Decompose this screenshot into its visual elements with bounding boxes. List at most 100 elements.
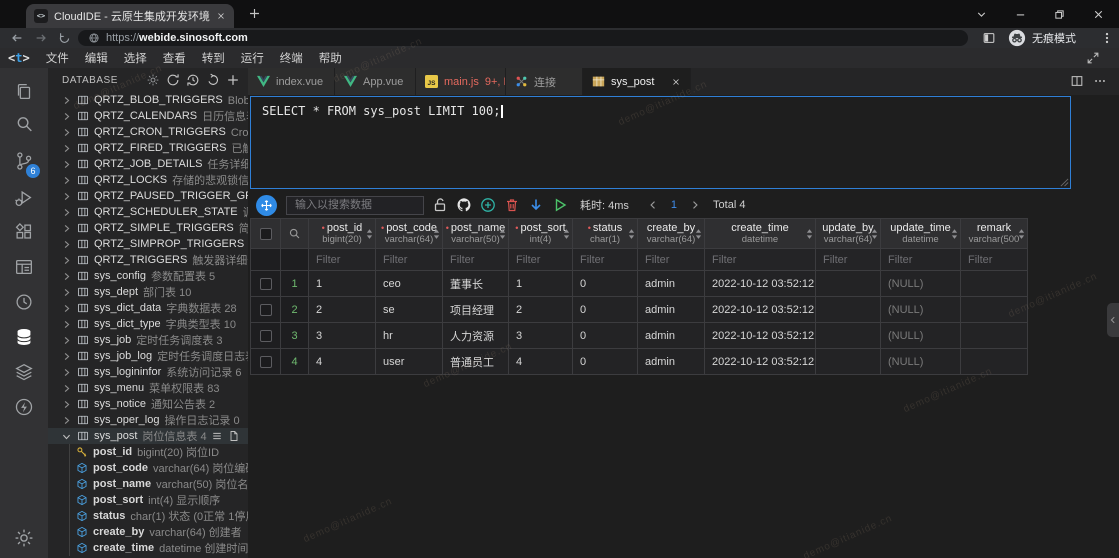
- tree-column-status[interactable]: statuschar(1) 状态 (0正常 1停用): [70, 508, 248, 524]
- cell-status[interactable]: 0: [573, 297, 638, 323]
- page-number[interactable]: 1: [671, 199, 677, 211]
- editor-tab-index.vue[interactable]: index.vue: [248, 68, 335, 95]
- filter-input-post_id[interactable]: Filter: [309, 249, 376, 271]
- column-header-create_by[interactable]: create_byvarchar(64): [638, 219, 705, 249]
- select-all-checkbox[interactable]: [251, 219, 281, 249]
- menu-item-7[interactable]: 帮助: [311, 50, 350, 66]
- cell-post_name[interactable]: 普通员工: [443, 349, 509, 375]
- tree-item-sys_dict_data[interactable]: sys_dict_data字典数据表 28: [48, 300, 248, 316]
- row-checkbox[interactable]: [251, 349, 281, 375]
- cell-update_time[interactable]: (NULL): [881, 297, 961, 323]
- cell-create_by[interactable]: admin: [638, 271, 705, 297]
- row-checkbox[interactable]: [251, 297, 281, 323]
- tree-item-QRTZ_SCHEDULER_STATE[interactable]: QRTZ_SCHEDULER_STATE调度器状...: [48, 204, 248, 220]
- unlock-icon[interactable]: [432, 197, 448, 213]
- site-info-icon[interactable]: [88, 32, 100, 44]
- tree-item-QRTZ_CALENDARS[interactable]: QRTZ_CALENDARS日历信息表 0: [48, 108, 248, 124]
- activity-extensions-icon[interactable]: [0, 217, 48, 247]
- restore-icon[interactable]: [1053, 8, 1066, 21]
- cell-update_time[interactable]: (NULL): [881, 271, 961, 297]
- activity-layers-icon[interactable]: [0, 357, 48, 387]
- column-header-post_name[interactable]: •post_namevarchar(50): [443, 219, 509, 249]
- cell-update_time[interactable]: (NULL): [881, 323, 961, 349]
- activity-explorer-icon[interactable]: [0, 77, 48, 107]
- sort-icon[interactable]: [499, 228, 506, 239]
- cell-remark[interactable]: [961, 349, 1028, 375]
- column-header-post_id[interactable]: •post_idbigint(20): [309, 219, 376, 249]
- cell-post_name[interactable]: 项目经理: [443, 297, 509, 323]
- github-icon[interactable]: [456, 197, 472, 213]
- cell-post_id[interactable]: 2: [309, 297, 376, 323]
- menu-item-1[interactable]: 编辑: [77, 50, 116, 66]
- cell-post_code[interactable]: user: [376, 349, 443, 375]
- delete-row-icon[interactable]: [504, 197, 520, 213]
- prev-page-icon[interactable]: [647, 199, 659, 211]
- reload-icon[interactable]: [58, 32, 71, 45]
- search-input[interactable]: [286, 196, 424, 215]
- editor-tab-main.js[interactable]: JSmain.js9+, M: [416, 68, 506, 95]
- filter-input-post_name[interactable]: Filter: [443, 249, 509, 271]
- tree-column-post_sort[interactable]: post_sortint(4) 显示顺序: [70, 492, 248, 508]
- column-header-update_time[interactable]: update_timedatetime: [881, 219, 961, 249]
- cell-create_time[interactable]: 2022-10-12 03:52:12: [705, 271, 816, 297]
- activity-database-icon[interactable]: [0, 322, 48, 352]
- cell-create_time[interactable]: 2022-10-12 03:52:12: [705, 323, 816, 349]
- column-header-create_time[interactable]: create_timedatetime: [705, 219, 816, 249]
- cell-post_code[interactable]: ceo: [376, 271, 443, 297]
- run-query-icon[interactable]: [552, 197, 568, 213]
- editor-tab-连接[interactable]: 连接: [506, 68, 583, 95]
- filter-input-create_by[interactable]: Filter: [638, 249, 705, 271]
- sort-icon[interactable]: [433, 228, 440, 239]
- sort-icon[interactable]: [806, 228, 813, 239]
- cell-post_name[interactable]: 人力资源: [443, 323, 509, 349]
- tree-column-post_code[interactable]: post_codevarchar(64) 岗位编码: [70, 460, 248, 476]
- next-page-icon[interactable]: [689, 199, 701, 211]
- split-editor-icon[interactable]: [1070, 74, 1084, 88]
- sort-icon[interactable]: [951, 228, 958, 239]
- cell-create_by[interactable]: admin: [638, 349, 705, 375]
- fullscreen-icon[interactable]: [1086, 51, 1100, 65]
- window-menu-chevron-icon[interactable]: [975, 8, 988, 21]
- sidebar-settings-gear-icon[interactable]: [146, 73, 160, 87]
- sort-icon[interactable]: [1018, 228, 1025, 239]
- split-screen-icon[interactable]: [982, 31, 996, 45]
- tree-column-post_id[interactable]: post_idbigint(20) 岗位ID: [70, 444, 248, 460]
- cell-post_name[interactable]: 董事长: [443, 271, 509, 297]
- cell-remark[interactable]: [961, 271, 1028, 297]
- activity-search-icon[interactable]: [0, 109, 48, 139]
- browser-menu-icon[interactable]: [1100, 31, 1114, 45]
- activity-time-profile-icon[interactable]: [0, 287, 48, 317]
- cell-create_by[interactable]: admin: [638, 323, 705, 349]
- cell-create_time[interactable]: 2022-10-12 03:52:12: [705, 297, 816, 323]
- tree-item-sys_dict_type[interactable]: sys_dict_type字典类型表 10: [48, 316, 248, 332]
- back-icon[interactable]: [10, 31, 24, 45]
- row-checkbox[interactable]: [251, 323, 281, 349]
- row-checkbox[interactable]: [251, 271, 281, 297]
- editor-tab-App.vue[interactable]: App.vue: [335, 68, 416, 95]
- sort-icon[interactable]: [871, 228, 878, 239]
- browser-tab-close-icon[interactable]: [216, 11, 226, 21]
- cell-post_sort[interactable]: 1: [509, 271, 573, 297]
- address-bar[interactable]: https://webide.sinosoft.com: [78, 30, 968, 46]
- sort-icon[interactable]: [628, 228, 635, 239]
- cell-update_by[interactable]: [816, 297, 881, 323]
- more-actions-icon[interactable]: [1093, 74, 1107, 88]
- resize-grip-icon[interactable]: [1060, 178, 1069, 187]
- forward-icon[interactable]: [34, 31, 48, 45]
- tree-item-sys_dept[interactable]: sys_dept部门表 10: [48, 284, 248, 300]
- cell-create_time[interactable]: 2022-10-12 03:52:12: [705, 349, 816, 375]
- cell-status[interactable]: 0: [573, 323, 638, 349]
- filter-input-status[interactable]: Filter: [573, 249, 638, 271]
- column-header-post_sort[interactable]: •post_sortint(4): [509, 219, 573, 249]
- tree-item-sys_menu[interactable]: sys_menu菜单权限表 83: [48, 380, 248, 396]
- sql-editor[interactable]: SELECT * FROM sys_post LIMIT 100;: [250, 96, 1071, 189]
- filter-input-post_sort[interactable]: Filter: [509, 249, 573, 271]
- row-number[interactable]: 3: [281, 323, 309, 349]
- tree-item-QRTZ_SIMPLE_TRIGGERS[interactable]: QRTZ_SIMPLE_TRIGGERS简单触发...: [48, 220, 248, 236]
- tree-item-QRTZ_SIMPROP_TRIGGERS[interactable]: QRTZ_SIMPROP_TRIGGERS同步机...: [48, 236, 248, 252]
- close-window-icon[interactable]: [1092, 8, 1105, 21]
- cell-post_code[interactable]: se: [376, 297, 443, 323]
- menu-item-5[interactable]: 运行: [233, 50, 272, 66]
- cell-create_by[interactable]: admin: [638, 297, 705, 323]
- activity-settings-gear-icon[interactable]: [0, 523, 48, 553]
